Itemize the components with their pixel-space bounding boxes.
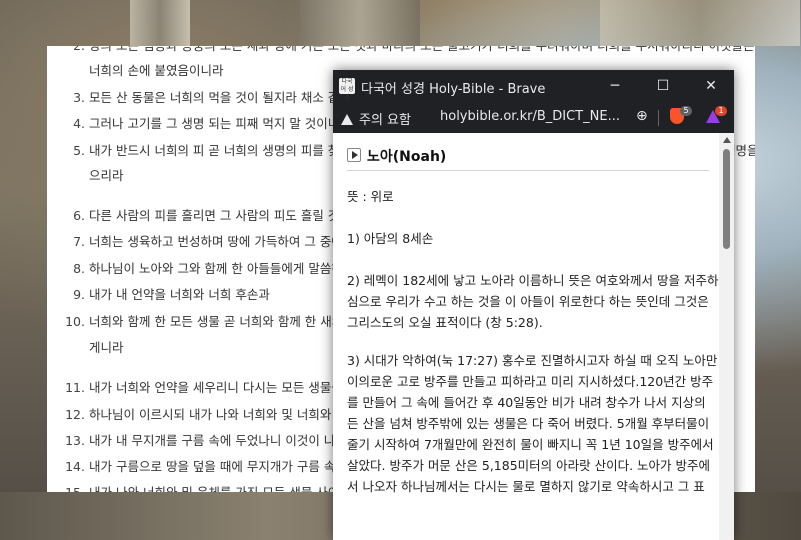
verse-number: 2. [47, 46, 85, 55]
verse-number: 9. [73, 287, 85, 302]
verse-number: 4. [73, 116, 85, 131]
entry-line: 든 산을 넘쳐 방주밖에 있는 생물은 다 죽어 버렸다. 5개월 후부터물이 [347, 416, 710, 431]
security-label: 주의 요함 [359, 113, 411, 128]
verse-number: 10. [65, 314, 85, 329]
verse-number: 15. [47, 484, 85, 492]
shields-count-badge: 5 [680, 106, 692, 116]
entry-heading: 노아(Noah) [347, 146, 446, 166]
verse-number: 8. [73, 261, 85, 276]
entry-line: 2) 레멕이 182세에 낳고 노아라 이름하니 뜻은 여호와께서 땅을 저주하 [347, 273, 719, 288]
entry-line: 3) 시대가 악하여(눅 17:27) 홍수로 진멸하시고자 하실 때 오직 노… [347, 353, 718, 368]
scrollbar-thumb[interactable] [723, 149, 730, 249]
verse-number: 12. [65, 407, 85, 422]
verse-number: 14. [65, 459, 85, 474]
wallpaper-detail [130, 0, 190, 46]
verse-text: 그러나 고기를 그 생명 되는 피째 먹지 말 것이니라 [89, 116, 351, 131]
verse-text: 땅의 모든 짐승과 공중의 모든 새와 땅에 기는 모든 것과 바다의 모든 물… [89, 46, 755, 55]
scroll-up-arrow-icon[interactable] [723, 137, 731, 143]
window-title: 다국어 성경 Holy-Bible - Brave [361, 82, 546, 97]
toolbar-divider [658, 110, 659, 126]
window-titlebar[interactable]: 다국어 성경 다국어 성경 Holy-Bible - Brave ─ ☐ ✕ [333, 70, 734, 103]
app-icon: 다국어 성경 [339, 78, 355, 101]
entry-line: 1) 아담의 8세손 [347, 231, 434, 246]
verse-text: 내가 내 언약을 너희와 너희 후손과 [89, 287, 270, 302]
entry-line: 뜻 : 위로 [347, 189, 394, 204]
verse-number: 6. [73, 208, 85, 223]
bible-dictionary-popup-window: 다국어 성경 다국어 성경 Holy-Bible - Brave ─ ☐ ✕ 주… [333, 70, 734, 540]
verse-number: 13. [65, 433, 85, 448]
close-button[interactable]: ✕ [688, 70, 734, 103]
address-bar: 주의 요함 holybible.or.kr/B_DICT_NE... ⊕ 5 1 [333, 103, 734, 134]
entry-line: 심으로 우리가 수고 하는 것을 이 아들이 위로한다 하는 뜻인데 그것은 [347, 294, 709, 309]
entry-line: 그리스도의 오실 표적이다 (창 5:28). [347, 315, 543, 330]
warning-icon [341, 114, 353, 125]
verse-text: 으리라 [89, 168, 124, 183]
entry-line: 서 나오자 하나님께서는 다시는 물로 멸하지 않기로 약속하시고 그 표 [347, 479, 705, 494]
rewards-count-badge: 1 [715, 106, 727, 116]
dictionary-content: 노아(Noah) 뜻 : 위로 1) 아담의 8세손 2) 레멕이 182세에 … [333, 133, 719, 540]
wallpaper-detail [300, 0, 420, 46]
url-text[interactable]: holybible.or.kr/B_DICT_NE... [440, 109, 620, 124]
verse-number: 5. [73, 143, 85, 158]
entry-title: 노아(Noah) [367, 149, 447, 165]
maximize-button[interactable]: ☐ [640, 70, 686, 103]
verse-number: 7. [73, 234, 85, 249]
entry-line: 이의로운 고로 방주를 만들고 피하라고 미리 지시하셨다.120년간 방주 [347, 374, 714, 389]
verse-number: 11. [65, 380, 85, 395]
entry-line: 를 만들어 그 속에 들어간 후 40일동안 비가 내려 창수가 나서 지상의 [347, 395, 706, 410]
entry-line: 살았다. 방주가 머문 산은 5,185미터의 아라랏 산이다. 노아가 방주에 [347, 458, 711, 473]
entry-line: 줄기 시작하여 7개월만에 완전히 물이 빠지니 꼭 1년 10일을 방주에서 [347, 437, 714, 452]
verse-text: 다른 사람의 피를 흘리면 그 사람의 피도 흘릴 것이니 [89, 208, 363, 223]
zoom-icon[interactable]: ⊕ [636, 108, 648, 124]
verse-text: 너희의 손에 붙였음이니라 [89, 63, 224, 78]
minimize-button[interactable]: ─ [592, 70, 638, 103]
verse-text: 게니라 [89, 340, 124, 355]
site-security-indicator[interactable]: 주의 요함 [341, 109, 411, 128]
divider [347, 170, 709, 171]
play-audio-icon[interactable] [347, 148, 361, 162]
verse-number: 3. [73, 90, 85, 105]
vertical-scrollbar[interactable] [719, 133, 734, 540]
wallpaper-detail [600, 0, 800, 46]
